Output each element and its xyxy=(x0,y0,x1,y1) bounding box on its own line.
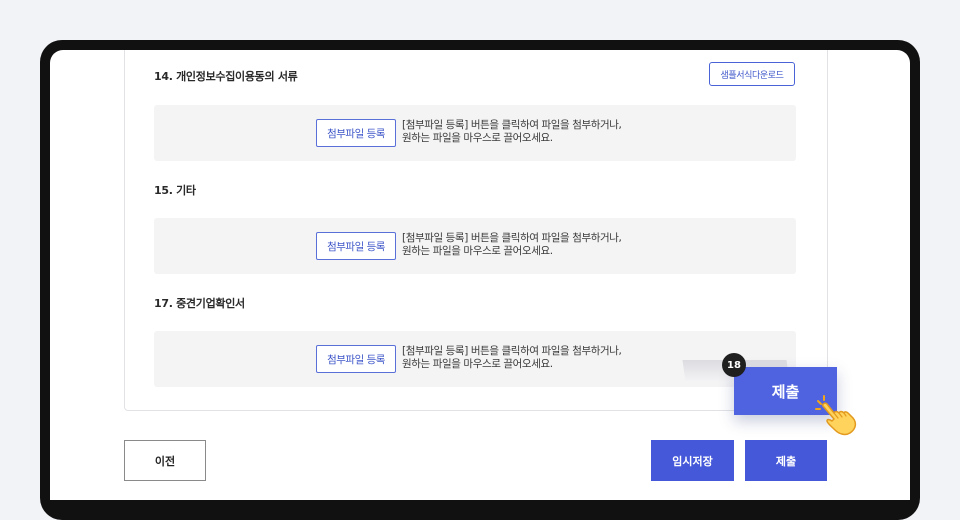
instruction-line-2: 원하는 파일을 마우스로 끌어오세요. xyxy=(402,245,553,257)
sample-download-button[interactable]: 샘플서식다운로드 xyxy=(709,62,795,86)
instruction-line-2: 원하는 파일을 마우스로 끌어오세요. xyxy=(402,358,553,370)
screen: 14. 개인정보수집이용동의 서류 샘플서식다운로드 첨부파일 등록 [첨부파일… xyxy=(50,50,910,500)
step-badge: 18 xyxy=(722,353,746,377)
attach-file-button-14[interactable]: 첨부파일 등록 xyxy=(316,119,396,147)
section-title-15: 15. 기타 xyxy=(154,184,196,197)
drop-instructions-14: [첨부파일 등록] 버튼을 클릭하여 파일을 첨부하거나, 원하는 파일을 마우… xyxy=(402,119,702,145)
drop-instructions-15: [첨부파일 등록] 버튼을 클릭하여 파일을 첨부하거나, 원하는 파일을 마우… xyxy=(402,232,702,258)
instruction-line-1: [첨부파일 등록] 버튼을 클릭하여 파일을 첨부하거나, xyxy=(402,345,622,357)
instruction-line-2: 원하는 파일을 마우스로 끌어오세요. xyxy=(402,132,553,144)
pointing-hand-icon xyxy=(815,395,857,436)
attach-file-button-15[interactable]: 첨부파일 등록 xyxy=(316,232,396,260)
section-title-14: 14. 개인정보수집이용동의 서류 xyxy=(154,70,298,83)
section-title-17: 17. 중견기업확인서 xyxy=(154,297,245,310)
prev-button[interactable]: 이전 xyxy=(124,440,206,481)
instruction-line-1: [첨부파일 등록] 버튼을 클릭하여 파일을 첨부하거나, xyxy=(402,232,622,244)
attach-file-button-17[interactable]: 첨부파일 등록 xyxy=(316,345,396,373)
instruction-line-1: [첨부파일 등록] 버튼을 클릭하여 파일을 첨부하거나, xyxy=(402,119,622,131)
drop-instructions-17: [첨부파일 등록] 버튼을 클릭하여 파일을 첨부하거나, 원하는 파일을 마우… xyxy=(402,345,702,371)
drop-zone-15[interactable]: 첨부파일 등록 [첨부파일 등록] 버튼을 클릭하여 파일을 첨부하거나, 원하… xyxy=(154,218,796,274)
submit-button[interactable]: 제출 xyxy=(745,440,827,481)
drop-zone-14[interactable]: 첨부파일 등록 [첨부파일 등록] 버튼을 클릭하여 파일을 첨부하거나, 원하… xyxy=(154,105,796,161)
temp-save-button[interactable]: 임시저장 xyxy=(651,440,734,481)
